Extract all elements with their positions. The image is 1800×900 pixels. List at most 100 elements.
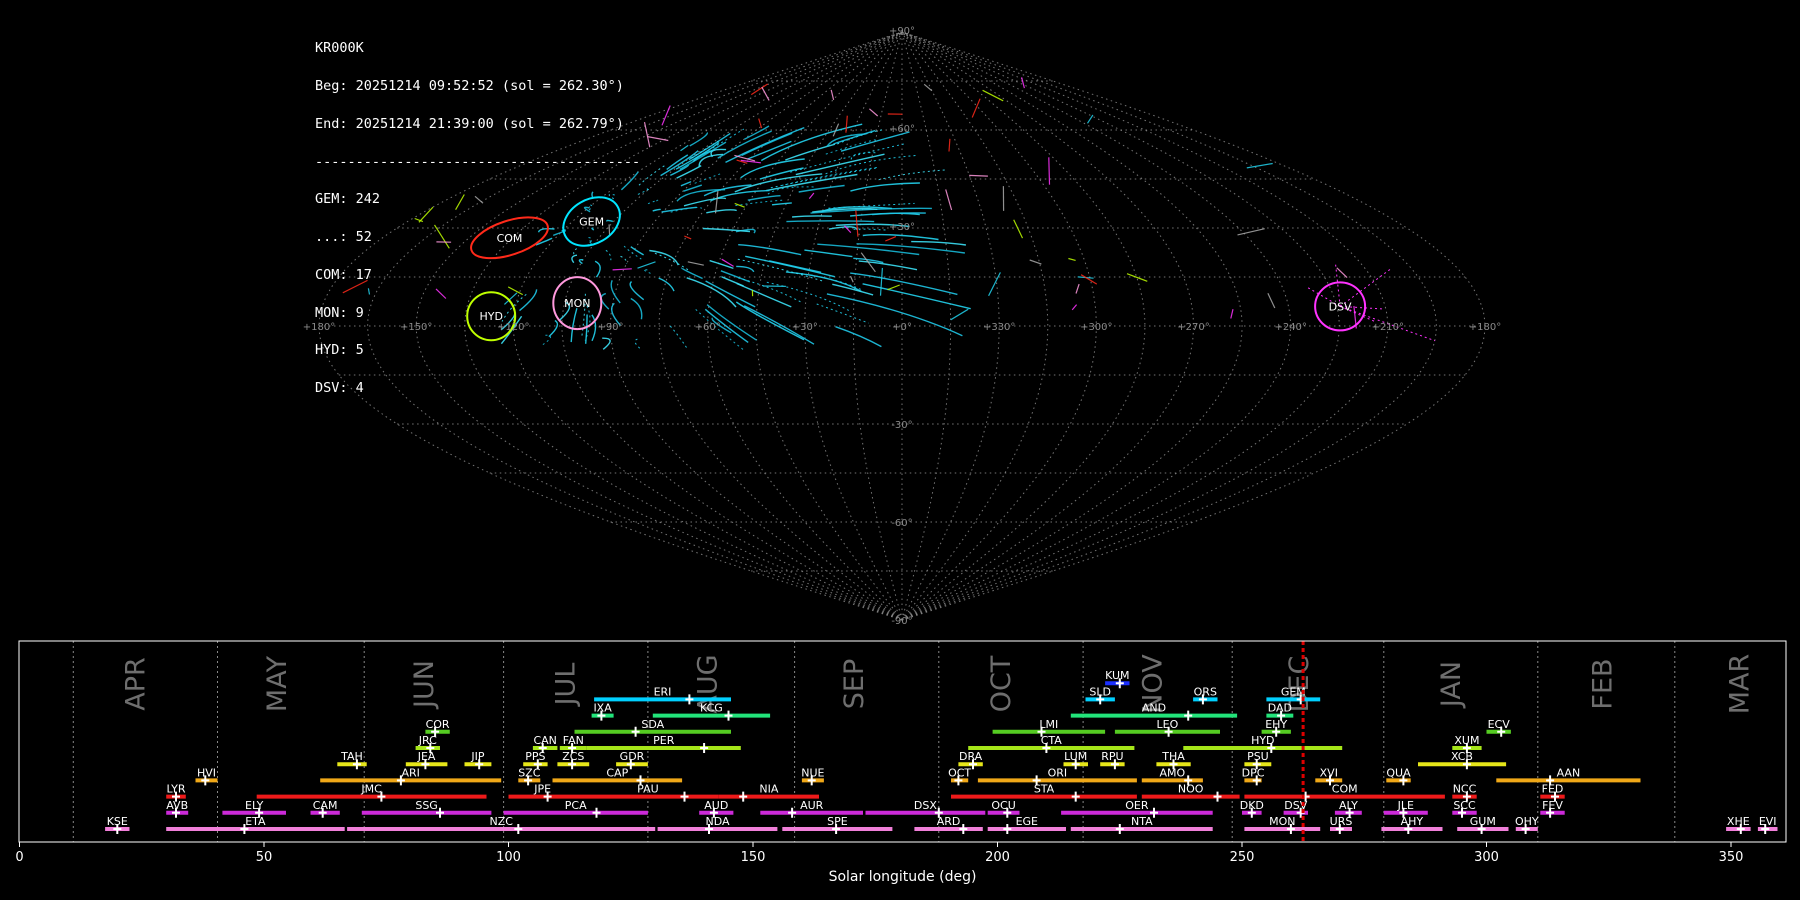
longitude-label: +60° xyxy=(695,322,721,333)
shower-code-label: FAN xyxy=(563,734,584,747)
shower-bar-group: NUE xyxy=(801,766,825,786)
shower-code-label: KUM xyxy=(1105,669,1129,682)
x-tick-label: 300 xyxy=(1474,850,1499,865)
shower-code-label: ZCS xyxy=(562,750,584,763)
latitude-label: +60° xyxy=(889,124,915,135)
shower-code-label: OHY xyxy=(1515,815,1539,828)
shower-code-label: SCC xyxy=(1453,799,1476,812)
info-separator: ---------------------------------------- xyxy=(315,153,641,170)
meteor-track xyxy=(879,267,883,296)
shower-code-label: JRC xyxy=(418,734,437,747)
shower-bar-group: MON xyxy=(1244,815,1321,834)
shower-bar-group: SPE xyxy=(782,815,893,834)
meteor-track xyxy=(858,260,918,271)
shower-code-label: LUM xyxy=(1064,750,1087,763)
meteor-track xyxy=(816,303,869,324)
shower-code-label: COR xyxy=(426,718,450,731)
shower-code-label: ARD xyxy=(937,815,961,828)
meteor-track xyxy=(1230,309,1234,319)
shower-count: HYD: 5 xyxy=(315,342,364,359)
shower-code-label: JIP xyxy=(470,750,484,763)
shower-code-label: DKD xyxy=(1240,799,1264,812)
shower-bar-group: CAM xyxy=(310,799,340,818)
meteor-track xyxy=(766,173,858,192)
shower-code-label: DRA xyxy=(959,750,983,763)
shower-code-label: LEO xyxy=(1157,718,1179,731)
shower-code-label: AUR xyxy=(800,799,824,812)
meteor-track xyxy=(1029,259,1042,265)
meteor-track xyxy=(948,138,951,152)
meteor-track xyxy=(798,184,845,193)
meteor-track xyxy=(686,277,737,308)
shower-code-label: OCU xyxy=(991,799,1015,812)
shower-bar-group: EVI xyxy=(1757,815,1778,834)
month-label: MAR xyxy=(1724,654,1755,715)
meteor-track xyxy=(832,283,874,296)
shower-bar-group: ORI xyxy=(977,766,1137,786)
meteor-track xyxy=(835,326,882,348)
shower-code-label: EVI xyxy=(1759,815,1777,828)
x-tick-label: 150 xyxy=(741,850,766,865)
shower-bar-group: OHY xyxy=(1515,815,1539,834)
meteor-track xyxy=(736,282,792,308)
shower-code-label: NUE xyxy=(801,766,824,779)
meteor-track xyxy=(647,136,669,142)
meteor-track xyxy=(830,89,835,101)
shower-bar-group: QUA xyxy=(1386,766,1411,786)
x-tick-label: 50 xyxy=(256,850,273,865)
shower-code-label: JPE xyxy=(533,783,551,796)
shower-bar-group: JMC xyxy=(256,783,487,802)
shower-code-label: KCG xyxy=(700,702,723,715)
shower-bar-group: DPC xyxy=(1242,766,1265,786)
month-label: SEP xyxy=(839,659,870,709)
shower-code-label: AVB xyxy=(166,799,188,812)
peak-marker xyxy=(739,791,748,802)
meteor-track xyxy=(683,197,727,207)
meteor-track xyxy=(1013,219,1024,239)
shower-bar-group: ZCS xyxy=(557,750,590,770)
month-labels: APR MAY JUN JUL AUG SEP OCT NOV DEC JAN FEB MAR xyxy=(120,654,1755,715)
latitude-label: -90° xyxy=(891,616,912,627)
shower-code-label: NIA xyxy=(759,783,778,796)
shower-code-label: ARI xyxy=(401,766,419,779)
peak-marker xyxy=(1003,824,1012,834)
shower-bar-group: ARD xyxy=(914,815,983,834)
shower-code-label: AUD xyxy=(704,799,728,812)
meteor-track xyxy=(1237,228,1265,236)
meteor-track xyxy=(736,265,755,273)
meteor-track xyxy=(982,89,1004,102)
x-axis-label: Solar longitude (deg) xyxy=(829,869,977,885)
shower-bar-group: IXA xyxy=(591,702,614,721)
latitude-label: +90° xyxy=(889,26,915,37)
meteor-track xyxy=(745,255,835,278)
shower-bar-group: STA xyxy=(951,783,1137,802)
x-tick-label: 250 xyxy=(1230,850,1255,865)
shower-bar-group: RPU xyxy=(1100,750,1125,770)
shower-code-label: TAH xyxy=(340,750,363,763)
shower-code-label: PER xyxy=(653,734,675,747)
meteor-track xyxy=(680,181,692,187)
shower-code-label: RPU xyxy=(1101,750,1123,763)
latitude-label: +30° xyxy=(889,222,915,233)
shower-bar-group: HVI xyxy=(195,766,218,786)
shower-code-label: URS xyxy=(1330,815,1353,828)
meteor-track xyxy=(795,153,885,176)
shower-code-label: HYD xyxy=(1251,734,1274,747)
peak-marker xyxy=(1071,791,1080,802)
shower-code-label: COM xyxy=(1332,783,1358,796)
shower-code-label: THA xyxy=(1161,750,1185,763)
longitude-label: +330° xyxy=(983,322,1015,333)
shower-bar-group: XHE xyxy=(1726,815,1751,834)
meteor-track xyxy=(853,228,889,231)
peak-marker xyxy=(1115,824,1124,834)
month-label: MAY xyxy=(262,655,293,712)
shower-code-label: LMI xyxy=(1039,718,1058,731)
shower-code-label: FEV xyxy=(1542,799,1563,812)
meteor-track xyxy=(1071,304,1078,311)
meteor-track xyxy=(885,236,897,242)
shower-code-label: DSX xyxy=(914,799,937,812)
shower-code-label: SSG xyxy=(415,799,438,812)
shower-code-label: ALY xyxy=(1339,799,1358,812)
meteor-track xyxy=(1021,77,1025,89)
shower-bar-group: ORS xyxy=(1193,685,1218,705)
